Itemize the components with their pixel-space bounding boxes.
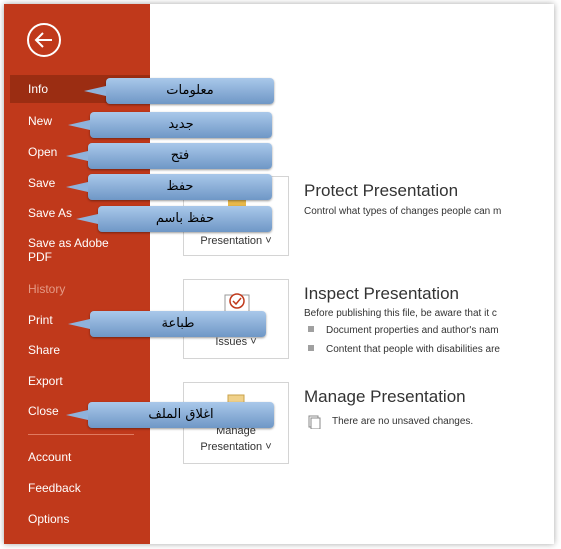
check-for-issues-tile-label: Issues ˅ (215, 336, 257, 348)
protect-presentation-title: Protect Presentation (304, 181, 459, 200)
nav-feedback[interactable]: Feedback (28, 481, 81, 495)
document-icon (308, 415, 321, 429)
inspect-bullet-2: Content that people with disabilities ar… (308, 344, 500, 355)
manage-presentation-desc: There are no unsaved changes. (332, 416, 474, 427)
nav-history[interactable]: History (28, 282, 65, 296)
sidebar-divider (28, 434, 134, 435)
nav-share[interactable]: Share (28, 343, 60, 357)
nav-new[interactable]: New (28, 114, 52, 128)
backstage-window: Info New Open Save Save As Save as Adobe… (4, 4, 554, 544)
protect-presentation-tile-label: Presentation ˅ (200, 235, 272, 247)
protect-presentation-desc: Control what types of changes people can… (304, 206, 502, 217)
nav-options[interactable]: Options (28, 512, 69, 526)
callout-close: اغلاق الملف (66, 402, 274, 428)
inspect-presentation-desc: Before publishing this file, be aware th… (304, 308, 497, 319)
bullet-square-icon (308, 326, 314, 332)
nav-open[interactable]: Open (28, 145, 57, 159)
callout-new: جديد (68, 112, 272, 138)
nav-close[interactable]: Close (28, 404, 59, 418)
inspect-presentation-title: Inspect Presentation (304, 284, 459, 303)
callout-save: حفظ (66, 174, 272, 200)
manage-tile-label-2: Presentation ˅ (200, 441, 272, 453)
nav-save-as[interactable]: Save As (28, 206, 72, 220)
nav-save-as-adobe-pdf[interactable]: Save as Adobe PDF (28, 236, 128, 264)
manage-presentation-title: Manage Presentation (304, 387, 466, 406)
back-arrow-icon (34, 32, 52, 48)
inspect-bullet-1: Document properties and author's nam (308, 325, 499, 336)
callout-print: طباعة (68, 311, 266, 337)
nav-save[interactable]: Save (28, 176, 55, 190)
nav-account[interactable]: Account (28, 450, 71, 464)
back-button[interactable] (27, 23, 61, 57)
nav-export[interactable]: Export (28, 374, 63, 388)
callout-info: معلومات (84, 78, 274, 104)
callout-save-as: حفظ باسم (76, 206, 272, 232)
bullet-square-icon (308, 345, 314, 351)
nav-print[interactable]: Print (28, 313, 53, 327)
callout-open: فتح (66, 143, 272, 169)
